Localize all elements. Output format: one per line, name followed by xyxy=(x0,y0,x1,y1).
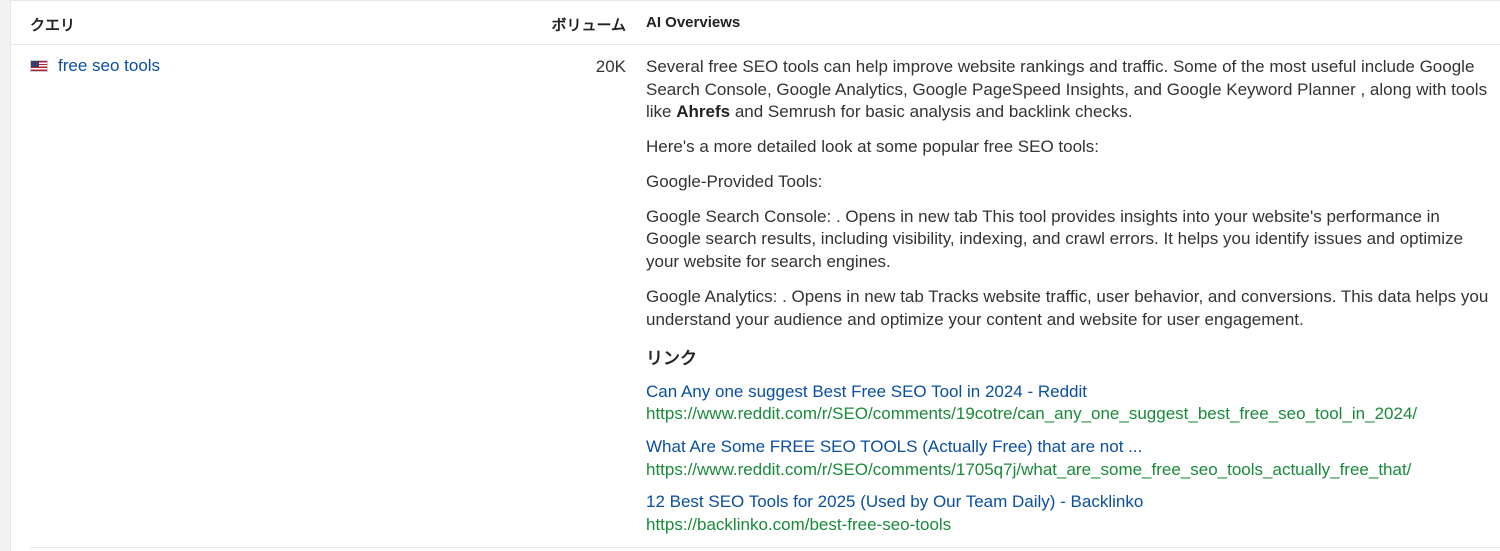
link-url[interactable]: https://www.reddit.com/r/SEO/comments/19… xyxy=(646,403,1491,426)
column-header-ai-overviews[interactable]: AI Overviews xyxy=(646,14,740,31)
ai-overview-paragraph: Google Search Console: . Opens in new ta… xyxy=(646,206,1464,272)
row-divider xyxy=(30,547,1500,548)
link-item: Can Any one suggest Best Free SEO Tool i… xyxy=(646,381,1491,426)
link-url[interactable]: https://backlinko.com/best-free-seo-tool… xyxy=(646,514,1491,537)
ai-overview-paragraph: Google Analytics: . Opens in new tab Tra… xyxy=(646,286,1489,329)
ai-overview-paragraph: Google-Provided Tools: xyxy=(646,171,823,191)
table-header: クエリ ボリューム AI Overviews xyxy=(10,0,1500,45)
ai-overview-intro: Several free SEO tools can help improve … xyxy=(646,56,1491,124)
ai-overview-paragraph: Here's a more detailed look at some popu… xyxy=(646,137,1100,157)
table-row: free seo tools 20K Several free SEO tool… xyxy=(10,45,1500,549)
query-link[interactable]: free seo tools xyxy=(58,56,160,76)
volume-value: 20K xyxy=(595,57,626,76)
ai-overviews-table: クエリ ボリューム AI Overviews free seo tools 20… xyxy=(10,0,1500,551)
link-title[interactable]: What Are Some FREE SEO TOOLS (Actually F… xyxy=(646,436,1491,459)
us-flag-icon xyxy=(30,60,48,72)
column-header-volume[interactable]: ボリューム xyxy=(551,14,626,35)
intro-text-end: and Semrush for basic analysis and backl… xyxy=(730,102,1133,122)
link-title[interactable]: Can Any one suggest Best Free SEO Tool i… xyxy=(646,381,1491,404)
intro-bold-text: Ahrefs xyxy=(676,102,731,122)
link-title[interactable]: 12 Best SEO Tools for 2025 (Used by Our … xyxy=(646,491,1491,514)
query-cell: free seo tools xyxy=(30,56,160,76)
link-item: What Are Some FREE SEO TOOLS (Actually F… xyxy=(646,436,1491,481)
link-url[interactable]: https://www.reddit.com/r/SEO/comments/17… xyxy=(646,459,1491,482)
links-heading: リンク xyxy=(646,349,697,369)
column-header-query[interactable]: クエリ xyxy=(30,14,75,35)
link-item: 12 Best SEO Tools for 2025 (Used by Our … xyxy=(646,491,1491,536)
ai-overview-content: Several free SEO tools can help improve … xyxy=(646,56,1491,546)
